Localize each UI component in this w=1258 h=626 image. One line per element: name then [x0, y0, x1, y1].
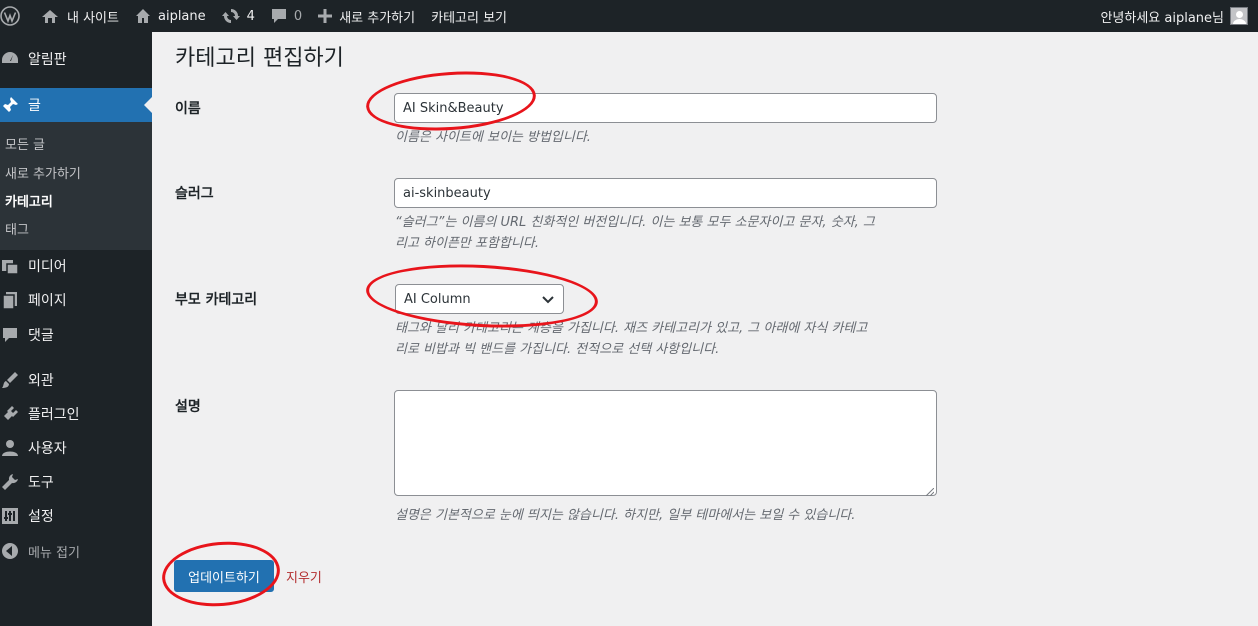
sidebar-item-label: 알림판 [28, 52, 67, 68]
parent-description-line-2: 리로 비밥과 빅 밴드를 가집니다. 전적으로 선택 사항입니다. [395, 342, 720, 357]
comments-count: 0 [293, 8, 303, 24]
site-name: 내 사이트 [67, 10, 119, 26]
comments-link[interactable]: 0 [263, 0, 310, 32]
posts-submenu: 모든 글 새로 추가하기 카테고리 태그 [0, 122, 152, 250]
parent-category-description: 태그와 달리 카테고리는 계층을 가집니다. 재즈 카테고리가 있고, 그 아래… [395, 318, 940, 360]
sidebar-item-settings[interactable]: 설정 [0, 499, 152, 533]
sidebar-item-label: 페이지 [28, 293, 67, 309]
updates-count: 4 [246, 8, 255, 24]
dashboard-icon [0, 49, 20, 69]
media-icon [0, 256, 20, 276]
sidebar-item-label: 글 [28, 98, 41, 114]
slug-description: “슬러그”는 이름의 URL 친화적인 버전입니다. 이는 보통 모두 소문자이… [395, 212, 940, 254]
name-label: 이름 [175, 101, 201, 117]
update-button[interactable]: 업데이트하기 [174, 560, 274, 592]
comment-icon [0, 325, 20, 345]
description-label: 설명 [175, 399, 201, 415]
name-input[interactable] [394, 93, 937, 123]
comment-bubble-icon [271, 8, 287, 24]
wordpress-logo-button[interactable] [0, 0, 28, 32]
greeting: 안녕하세요 aiplane님 [1100, 10, 1224, 26]
page-icon [0, 290, 20, 310]
sidebar-item-media[interactable]: 미디어 [0, 249, 152, 283]
sidebar-item-label: 메뉴 접기 [28, 545, 80, 561]
page-title: 카테고리 편집하기 [175, 46, 344, 71]
my-account[interactable]: 안녕하세요 aiplane님 [1100, 0, 1258, 32]
main-content: 카테고리 편집하기 이름 이름은 사이트에 보이는 방법입니다. 슬러그 “슬러… [152, 32, 1258, 626]
parent-category-label: 부모 카테고리 [175, 292, 258, 308]
wordpress-logo-icon [0, 6, 20, 26]
sidebar-item-appearance[interactable]: 외관 [0, 363, 152, 397]
sidebar-item-tools[interactable]: 도구 [0, 465, 152, 499]
slug-description-line-1: “슬러그”는 이름의 URL 친화적인 버전입니다. 이는 보통 모두 소문자이… [395, 215, 875, 230]
view-category-link[interactable]: 카테고리 보기 [423, 0, 515, 32]
description-textarea[interactable] [394, 390, 937, 497]
sidebar-item-posts[interactable]: 글 [0, 88, 152, 122]
slug-description-line-2: 리고 하이픈만 포함합니다. [395, 236, 539, 251]
dashboard-sites-icon [40, 8, 60, 24]
delete-link[interactable]: 지우기 [286, 567, 322, 586]
submenu-all-posts[interactable]: 모든 글 [5, 134, 45, 153]
sidebar-item-label: 도구 [28, 475, 54, 491]
sidebar-item-comments[interactable]: 댓글 [0, 318, 152, 352]
user-icon [0, 438, 20, 458]
wrench-icon [0, 472, 20, 492]
sidebar-item-plugins[interactable]: 플러그인 [0, 397, 152, 431]
brush-icon [0, 370, 20, 390]
description-help: 설명은 기본적으로 눈에 띄지는 않습니다. 하지만, 일부 테마에서는 보일 … [395, 508, 856, 523]
pin-icon [0, 95, 20, 115]
sidebar-item-label: 설정 [28, 509, 54, 525]
sidebar-item-users[interactable]: 사용자 [0, 431, 152, 465]
submenu-categories[interactable]: 카테고리 [5, 191, 53, 210]
add-new-label: 새로 추가하기 [339, 10, 416, 26]
sidebar-item-label: 플러그인 [28, 407, 80, 423]
site-home-link[interactable]: aiplane [127, 0, 214, 32]
admin-sidebar: 알림판 글 모든 글 새로 추가하기 카테고리 태그 미디어 페이지 댓글 외관… [0, 32, 152, 626]
add-new-link[interactable]: 새로 추가하기 [310, 0, 423, 32]
sidebar-item-label: 미디어 [28, 259, 67, 275]
parent-description-line-1: 태그와 달리 카테고리는 계층을 가집니다. 재즈 카테고리가 있고, 그 아래… [395, 321, 868, 336]
slug-input[interactable] [394, 178, 937, 208]
collapse-menu-button[interactable]: 메뉴 접기 [0, 534, 152, 568]
collapse-icon [0, 541, 20, 561]
home-icon [135, 8, 151, 24]
sidebar-item-label: 사용자 [28, 441, 67, 457]
updates-icon [221, 7, 240, 25]
submenu-tags[interactable]: 태그 [5, 219, 29, 238]
site-name-link[interactable]: 내 사이트 [32, 0, 127, 32]
avatar [1230, 7, 1248, 25]
submenu-add-new[interactable]: 새로 추가하기 [5, 163, 81, 182]
plugin-icon [0, 404, 20, 424]
name-description: 이름은 사이트에 보이는 방법입니다. [395, 130, 591, 145]
plus-icon [318, 9, 333, 23]
parent-category-select[interactable]: AI Column [395, 284, 564, 314]
chevron-down-icon [541, 293, 555, 311]
view-category-label: 카테고리 보기 [431, 10, 508, 26]
admin-bar: 내 사이트 aiplane 4 0 새로 추가하기 카테고리 보기 안녕하세요 … [0, 0, 1258, 32]
settings-icon [0, 506, 20, 526]
parent-category-value: AI Column [404, 291, 471, 307]
sidebar-item-label: 외관 [28, 373, 54, 389]
resize-grip-icon[interactable] [925, 485, 935, 497]
sidebar-item-label: 댓글 [28, 328, 54, 344]
slug-label: 슬러그 [175, 186, 214, 202]
sidebar-item-dashboard[interactable]: 알림판 [0, 42, 152, 76]
site-label: aiplane [157, 8, 206, 24]
current-menu-arrow [144, 97, 152, 113]
updates-link[interactable]: 4 [214, 0, 263, 32]
sidebar-item-pages[interactable]: 페이지 [0, 283, 152, 317]
